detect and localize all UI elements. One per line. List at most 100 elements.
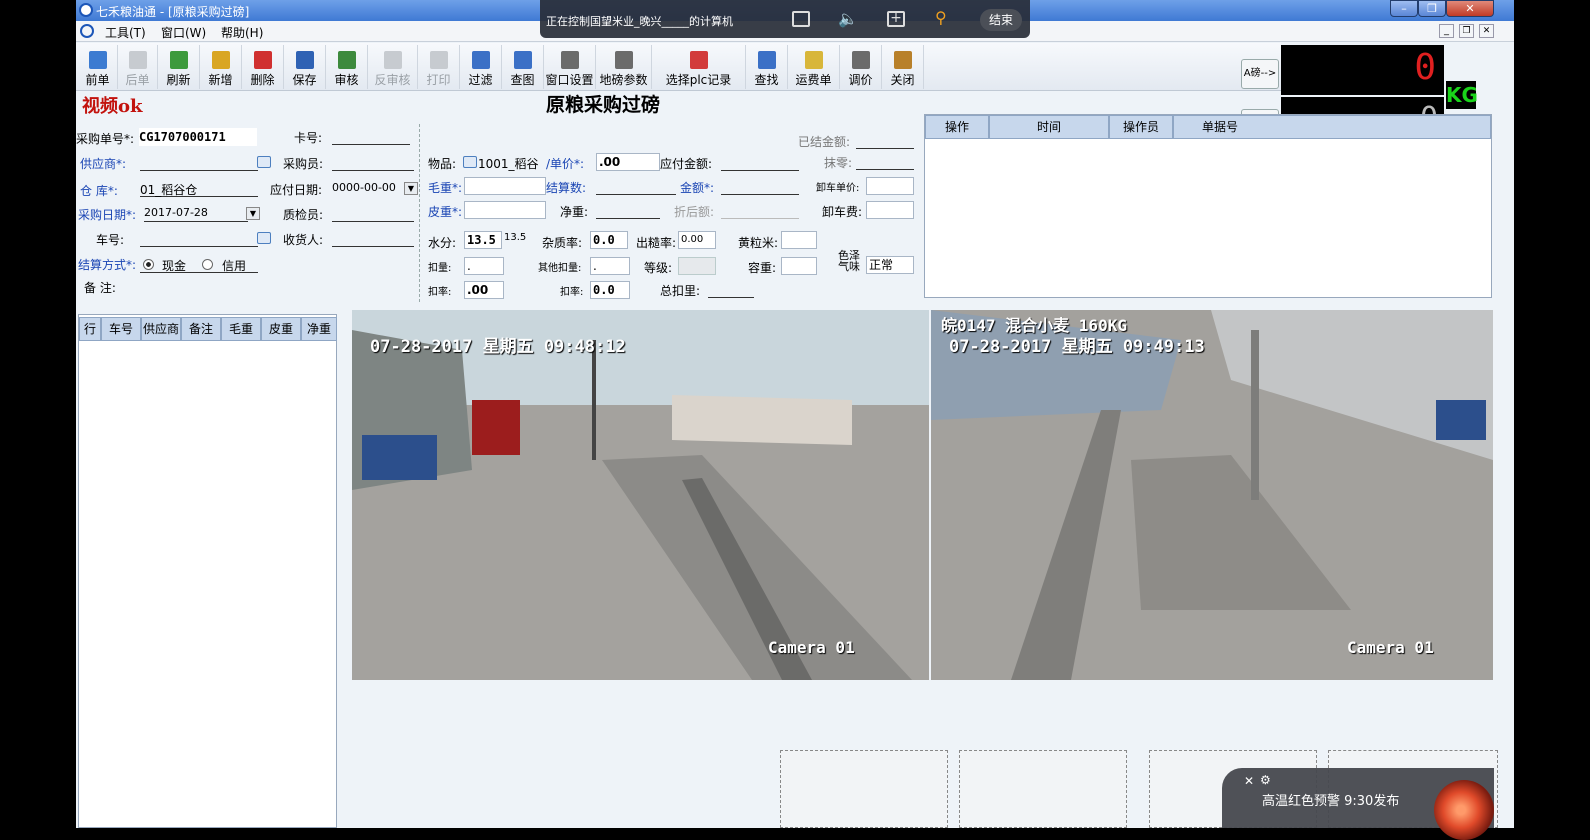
bulk-density-input[interactable] xyxy=(781,257,817,275)
due-date-field[interactable]: 0000-00-00 xyxy=(332,181,404,194)
vehicle-field[interactable] xyxy=(140,231,258,247)
list-col-row[interactable]: 行 xyxy=(79,317,101,341)
payable-field[interactable] xyxy=(721,155,799,171)
moisture-input[interactable]: 13.5 xyxy=(464,231,502,249)
find-button[interactable]: 查找 xyxy=(746,45,788,89)
unit-price-input[interactable]: .00 xyxy=(596,153,660,171)
settled-field[interactable] xyxy=(856,133,914,149)
list-col-gross[interactable]: 毛重 xyxy=(221,317,261,341)
list-col-net[interactable]: 净重 xyxy=(301,317,337,341)
due-date-dropdown-icon[interactable]: ▼ xyxy=(404,182,418,195)
purchase-date-field[interactable]: 2017-07-28 xyxy=(144,206,248,222)
discount-label: 折后额: xyxy=(674,205,715,219)
weather-toast[interactable]: ✕ ⚙ 高温红色预警 9:30发布 xyxy=(1222,768,1494,840)
purchase-date-dropdown-icon[interactable]: ▼ xyxy=(246,207,260,220)
adjust-price-button[interactable]: 调价 xyxy=(840,45,882,89)
minimize-button[interactable]: – xyxy=(1390,0,1418,17)
print-button[interactable]: 打印 xyxy=(418,45,460,89)
rice-rate-input[interactable]: 0.00 xyxy=(678,231,716,249)
print-icon xyxy=(429,51,448,69)
deduct-rate-input[interactable]: .00 xyxy=(464,281,504,299)
settle-credit-radio[interactable] xyxy=(202,259,213,270)
list-col-remark[interactable]: 备注 xyxy=(181,317,221,341)
refresh-button[interactable]: 刷新 xyxy=(158,45,200,89)
toast-close-icon[interactable]: ✕ xyxy=(1244,774,1254,788)
grade-label: 等级: xyxy=(644,261,673,275)
goods-lookup-icon[interactable] xyxy=(463,156,477,168)
filter-button[interactable]: 过滤 xyxy=(460,45,502,89)
amount-field[interactable] xyxy=(721,179,799,195)
list-col-tare[interactable]: 皮重 xyxy=(261,317,301,341)
mdi-restore-button[interactable]: ❐ xyxy=(1459,24,1474,38)
prev-button[interactable]: 前单 xyxy=(78,45,118,89)
end-session-button[interactable]: 结束 xyxy=(980,9,1022,31)
receiver-field[interactable] xyxy=(332,231,414,247)
deduct-qty-input[interactable]: . xyxy=(464,257,504,275)
inspector-field[interactable] xyxy=(332,206,414,222)
grade-field[interactable] xyxy=(678,257,716,275)
freight-bill-button[interactable]: 运费单 xyxy=(788,45,840,89)
camera-left-scene xyxy=(352,310,929,680)
list-col-supplier[interactable]: 供应商 xyxy=(141,317,181,341)
log-col-doc-no[interactable]: 单据号 xyxy=(1173,115,1491,139)
total-deduct-field[interactable] xyxy=(708,282,754,298)
inspector-label: 质检员: xyxy=(283,208,324,222)
restore-button[interactable]: ❐ xyxy=(1418,0,1446,17)
list-col-vehicle[interactable]: 车号 xyxy=(101,317,141,341)
zero-field[interactable] xyxy=(856,154,914,170)
discount-field[interactable] xyxy=(721,203,799,219)
impurity-input[interactable]: 0.0 xyxy=(590,231,628,249)
warehouse-field[interactable]: 01_稻谷仓 xyxy=(140,181,258,197)
purchase-date-label: 采购日期*: xyxy=(78,208,137,222)
order-no-field[interactable]: CG1707000171 xyxy=(139,128,257,146)
log-col-operation[interactable]: 操作 xyxy=(925,115,989,139)
log-col-operator[interactable]: 操作员 xyxy=(1109,115,1173,139)
screen-switch-icon[interactable]: + xyxy=(887,11,905,27)
view-image-button[interactable]: 查图 xyxy=(502,45,544,89)
unload-fee-input[interactable] xyxy=(866,201,914,219)
approve-button[interactable]: 审核 xyxy=(326,45,368,89)
menu-window[interactable]: 窗口(W) xyxy=(161,24,206,41)
delete-button[interactable]: 删除 xyxy=(242,45,284,89)
log-col-time[interactable]: 时间 xyxy=(989,115,1109,139)
vehicle-lookup-icon[interactable] xyxy=(257,232,271,244)
settle-qty-field[interactable] xyxy=(596,179,676,195)
menu-help[interactable]: 帮助(H) xyxy=(221,24,263,41)
unload-price-input[interactable] xyxy=(866,177,914,195)
scale-params-button[interactable]: 地磅参数 xyxy=(596,45,652,89)
pin-icon[interactable]: ⚲ xyxy=(935,8,947,27)
settle-cash-radio[interactable] xyxy=(143,259,154,270)
goods-value[interactable]: 1001_稻谷 xyxy=(478,155,539,172)
supplier-lookup-icon[interactable] xyxy=(257,156,271,168)
window-settings-button[interactable]: 窗口设置 xyxy=(544,45,596,89)
supplier-field[interactable] xyxy=(140,155,258,171)
other-deduct-input[interactable]: . xyxy=(590,257,630,275)
color-odor-label: 色泽气味 xyxy=(838,249,860,273)
card-no-field[interactable] xyxy=(332,129,410,145)
mdi-minimize-button[interactable]: _ xyxy=(1439,24,1454,38)
mdi-close-button[interactable]: ✕ xyxy=(1479,24,1494,38)
net-field[interactable] xyxy=(596,203,660,219)
select-plc-record-button[interactable]: 选择plc记录 xyxy=(652,45,746,89)
unapprove-button[interactable]: 反审核 xyxy=(368,45,418,89)
fullscreen-icon[interactable] xyxy=(792,11,810,27)
scale-params-label: 地磅参数 xyxy=(599,73,648,87)
volume-icon[interactable]: 🔈 xyxy=(838,9,858,28)
buyer-field[interactable] xyxy=(332,155,414,171)
next-button[interactable]: 后单 xyxy=(118,45,158,89)
gross-input[interactable] xyxy=(464,177,546,195)
color-odor-input[interactable]: 正常 xyxy=(866,256,914,274)
unapprove-label: 反审核 xyxy=(374,73,411,87)
deduct-rate2-input[interactable]: 0.0 xyxy=(590,281,630,299)
toast-settings-icon[interactable]: ⚙ xyxy=(1260,773,1271,787)
moisture-standard: 13.5 xyxy=(504,232,527,243)
menu-tools[interactable]: 工具(T) xyxy=(105,24,146,41)
scale-a-button[interactable]: A磅--> xyxy=(1241,59,1279,89)
yellow-rice-input[interactable] xyxy=(781,231,817,249)
total-deduct-label: 总扣里: xyxy=(660,284,701,298)
new-button[interactable]: 新增 xyxy=(200,45,242,89)
tare-input[interactable] xyxy=(464,201,546,219)
save-button[interactable]: 保存 xyxy=(284,45,326,89)
close-button[interactable]: ✕ xyxy=(1446,0,1494,17)
close-button[interactable]: 关闭 xyxy=(882,45,924,89)
